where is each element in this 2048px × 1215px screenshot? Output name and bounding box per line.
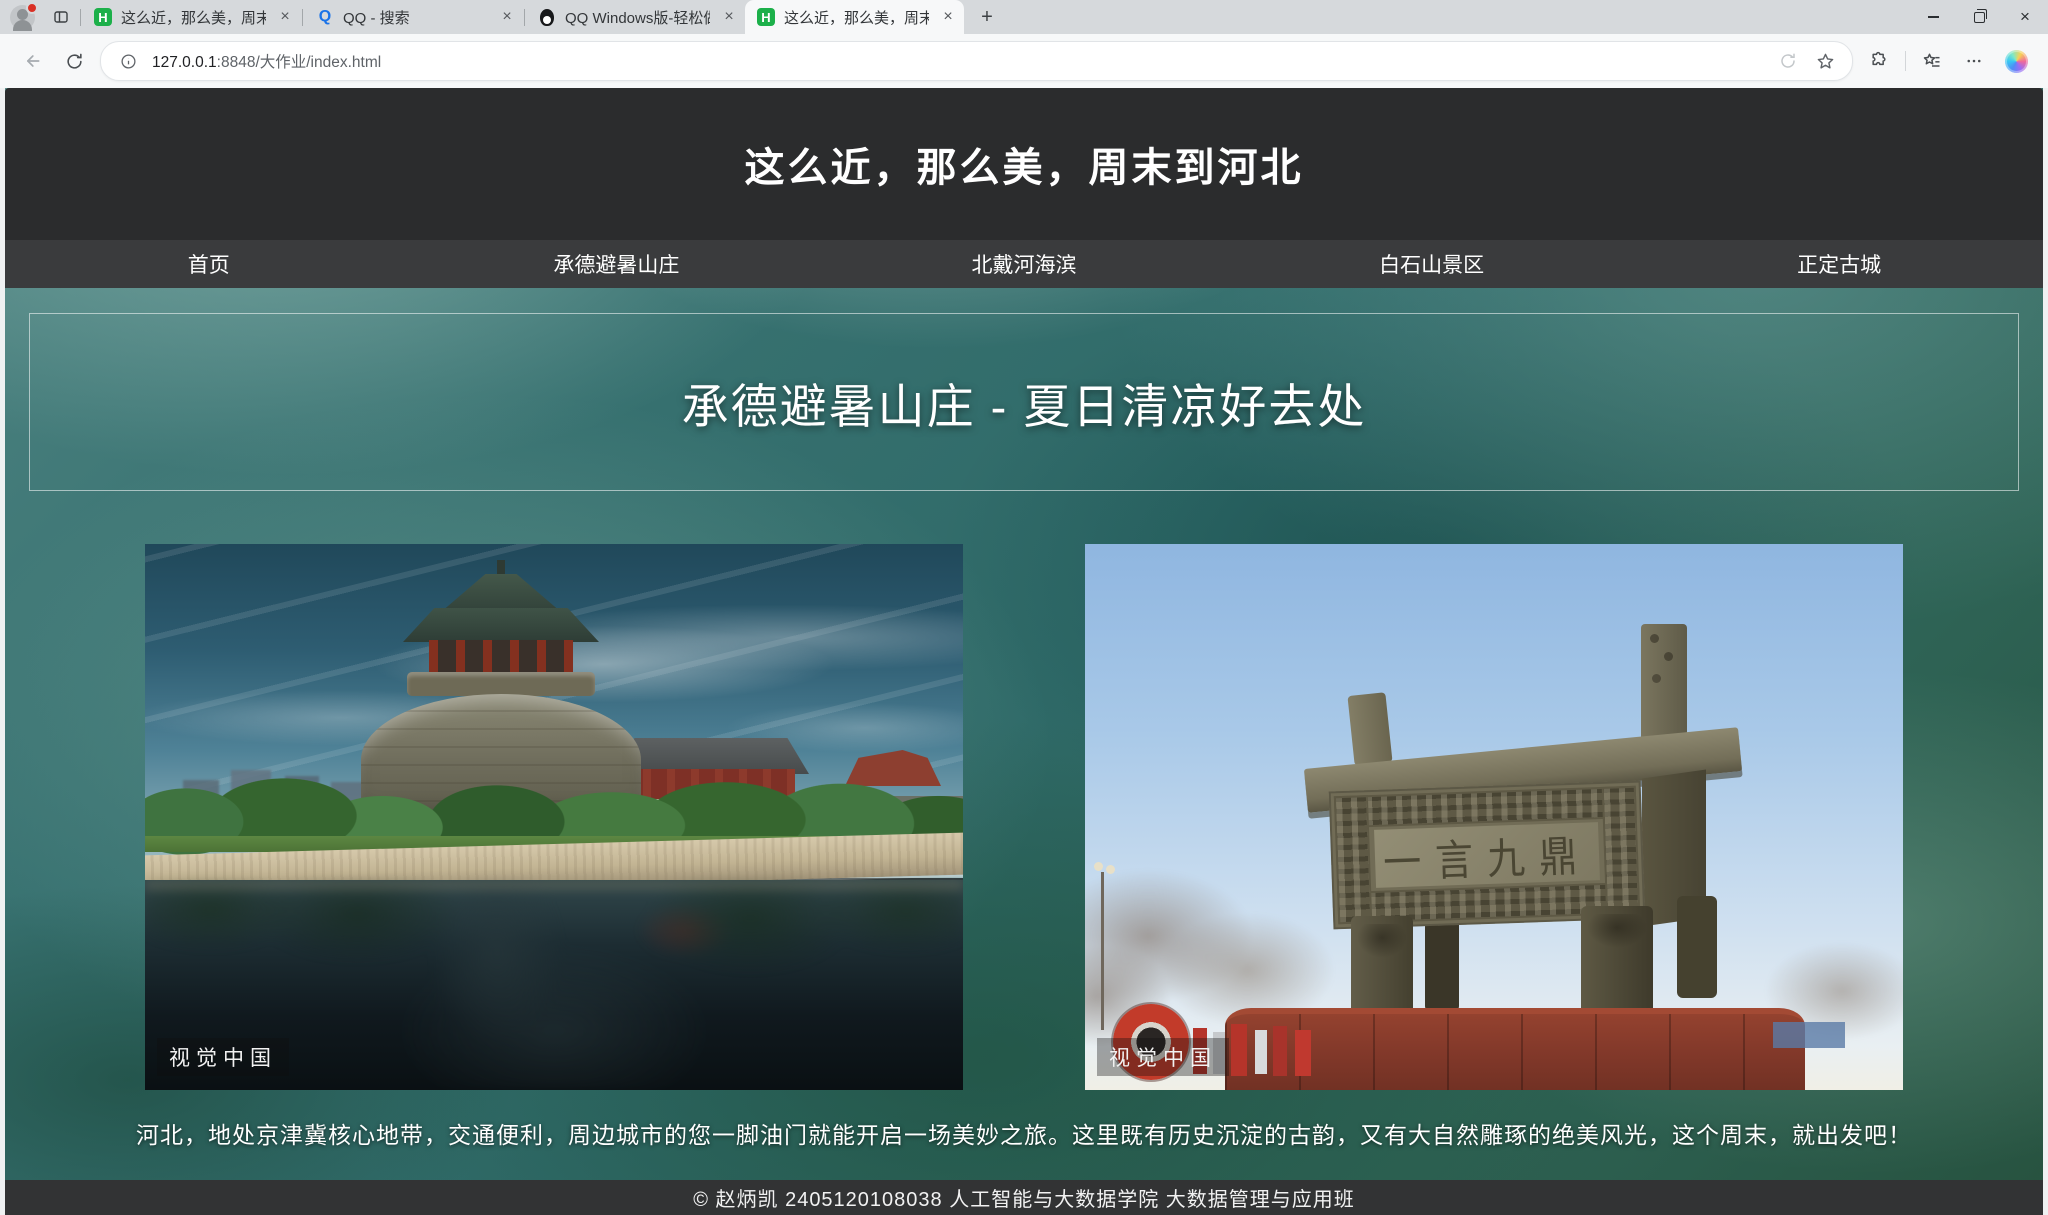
favorites-bar-icon[interactable] xyxy=(1916,45,1948,77)
close-window-button[interactable]: × xyxy=(2002,0,2048,34)
banner: 承德避暑山庄 - 夏日清凉好去处 xyxy=(29,313,2019,491)
watermark-label: 视觉中国 xyxy=(1097,1038,1229,1076)
tab-title: QQ Windows版-轻松做自己 xyxy=(565,7,710,28)
url-host: 127.0.0.1 xyxy=(152,54,217,71)
street-lamp xyxy=(1101,872,1104,1030)
ding-ornament-border xyxy=(1602,786,1640,915)
tab-title: QQ - 搜索 xyxy=(343,7,488,28)
notification-dot xyxy=(26,2,38,14)
url-path: :8848/大作业/index.html xyxy=(217,54,382,71)
pavilion-lower-roof xyxy=(403,608,599,642)
page-title: 这么近，那么美，周末到河北 xyxy=(745,135,1304,193)
left-photo-city-wall: 视觉中国 xyxy=(145,544,963,1090)
qq-penguin-icon xyxy=(538,8,556,26)
tab-4-active[interactable]: H 这么近，那么美，周末到河北 × xyxy=(745,0,964,34)
distant-building xyxy=(1773,1022,1845,1048)
tab-3[interactable]: QQ Windows版-轻松做自己 × xyxy=(526,0,745,34)
banner-title: 承德避暑山庄 - 夏日清凉好去处 xyxy=(682,368,1367,437)
close-tab-icon[interactable]: × xyxy=(275,7,295,27)
nav-item-beidaihe[interactable]: 北戴河海滨 xyxy=(820,249,1228,279)
close-tab-icon[interactable]: × xyxy=(938,7,958,27)
ding-leg xyxy=(1677,896,1717,998)
browser-titlebar: H 这么近，那么美，周末到河北 × Q QQ - 搜索 × QQ Windows… xyxy=(0,0,2048,34)
address-bar[interactable]: 127.0.0.1:8848/大作业/index.html xyxy=(100,41,1853,81)
browser-toolbar: 127.0.0.1:8848/大作业/index.html xyxy=(0,34,2048,88)
photo-gallery: 视觉中国 一言九鼎 xyxy=(5,544,2043,1090)
site-header: 这么近，那么美，周末到河北 xyxy=(5,88,2043,240)
tab-title: 这么近，那么美，周末到河北 xyxy=(121,7,266,28)
restore-button[interactable] xyxy=(1956,0,2002,34)
extensions-icon[interactable] xyxy=(1863,45,1895,77)
tab-title: 这么近，那么美，周末到河北 xyxy=(784,7,929,28)
more-menu-icon[interactable] xyxy=(1958,45,1990,77)
ding-inscription-panel: 一言九鼎 xyxy=(1374,822,1600,888)
ding-left-handle xyxy=(1347,692,1392,766)
ding-inscription: 一言九鼎 xyxy=(1382,821,1592,890)
footer-text: © 赵炳凯 2405120108038 人工智能与大数据学院 大数据管理与应用班 xyxy=(693,1183,1355,1212)
site-info-icon[interactable] xyxy=(115,48,141,74)
hbuilder-icon: H xyxy=(94,8,112,26)
watermark-label: 视觉中国 xyxy=(157,1038,289,1076)
new-tab-button[interactable]: + xyxy=(972,2,1002,32)
refresh-icon[interactable] xyxy=(58,45,90,77)
qq-search-icon: Q xyxy=(316,8,334,26)
pavilion-balustrade xyxy=(407,672,595,696)
right-photo-bronze-ding: 一言九鼎 视觉中国 xyxy=(1085,544,1903,1090)
nav-item-home[interactable]: 首页 xyxy=(5,249,413,279)
close-tab-icon[interactable]: × xyxy=(719,7,739,27)
tab-1[interactable]: H 这么近，那么美，周末到河北 × xyxy=(82,0,301,34)
window-controls: × xyxy=(1910,0,2048,34)
tab-separator xyxy=(524,9,525,26)
site-nav: 首页 承德避暑山庄 北戴河海滨 白石山景区 正定古城 xyxy=(5,240,2043,288)
tab-separator xyxy=(302,9,303,26)
minimize-button[interactable] xyxy=(1910,0,1956,34)
nav-item-baishishan[interactable]: 白石山景区 xyxy=(1228,249,1636,279)
profile-avatar[interactable] xyxy=(10,5,35,30)
ding-ornament-border xyxy=(1334,795,1372,924)
hbuilder-icon: H xyxy=(757,8,775,26)
tab-actions-menu-icon[interactable] xyxy=(47,3,75,31)
close-tab-icon[interactable]: × xyxy=(497,7,517,27)
ding-leg xyxy=(1581,906,1653,1024)
nav-item-zhengding[interactable]: 正定古城 xyxy=(1635,249,2043,279)
tab-separator xyxy=(80,9,81,26)
page-viewport: 这么近，那么美，周末到河北 首页 承德避暑山庄 北戴河海滨 白石山景区 正定古城… xyxy=(0,88,2048,1215)
favorite-star-icon[interactable] xyxy=(1812,48,1838,74)
nav-item-chengde[interactable]: 承德避暑山庄 xyxy=(413,249,821,279)
intro-paragraph: 河北，地处京津冀核心地带，交通便利，周边城市的您一脚油门就能开启一场美妙之旅。这… xyxy=(5,1116,2043,1150)
site-footer: © 赵炳凯 2405120108038 人工智能与大数据学院 大数据管理与应用班 xyxy=(5,1180,2043,1215)
toolbar-separator xyxy=(1905,51,1906,71)
tab-2[interactable]: Q QQ - 搜索 × xyxy=(304,0,523,34)
copilot-icon[interactable] xyxy=(2000,45,2032,77)
back-icon[interactable] xyxy=(16,45,48,77)
sync-icon[interactable] xyxy=(1775,48,1801,74)
url-text: 127.0.0.1:8848/大作业/index.html xyxy=(152,50,381,72)
